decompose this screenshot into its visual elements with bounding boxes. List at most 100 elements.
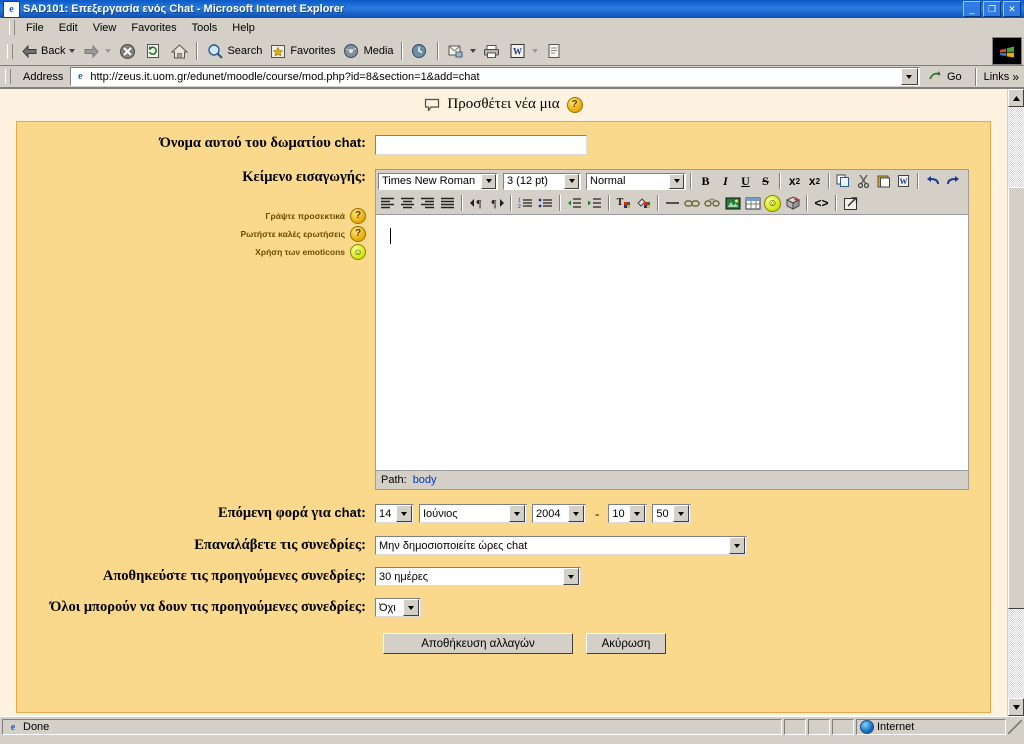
html-source-icon[interactable]: <> [812,194,831,213]
edit-word-button[interactable]: W [505,40,541,62]
chevron-down-icon[interactable] [729,537,745,554]
bold-icon[interactable]: B [696,172,715,191]
media-button[interactable]: Media [339,40,397,62]
strikethrough-icon[interactable]: S [756,172,775,191]
direction-ltr-icon[interactable]: ¶ [467,194,486,213]
favorites-button[interactable]: Favorites [265,40,338,62]
help-icon[interactable]: ? [566,96,583,113]
align-left-icon[interactable] [378,194,397,213]
horizontal-rule-icon[interactable] [663,194,682,213]
home-button[interactable] [166,40,192,62]
align-right-icon[interactable] [418,194,437,213]
copy-icon[interactable] [834,172,853,191]
word-chevron-down-icon[interactable] [531,49,538,53]
maximize-button[interactable]: ❐ [983,1,1001,17]
minimize-button[interactable]: _ [963,1,981,17]
print-button[interactable] [479,40,505,62]
underline-icon[interactable]: U [736,172,755,191]
menu-tools[interactable]: Tools [185,20,225,36]
cancel-button[interactable]: Ακύρωση [586,633,666,654]
resize-grip[interactable] [1008,720,1022,734]
paragraph-style-select[interactable]: Normal [586,172,686,190]
address-chevron-down-icon[interactable] [900,68,918,85]
save-changes-button[interactable]: Αποθήκευση αλλαγών [383,633,573,654]
chevron-down-icon[interactable] [568,505,584,522]
chevron-down-icon[interactable] [481,173,496,189]
forward-chevron-down-icon[interactable] [105,49,112,53]
chevron-down-icon[interactable] [669,173,684,189]
back-chevron-down-icon[interactable] [69,49,76,53]
back-button[interactable]: Back [16,40,78,62]
insert-emoticon-icon[interactable]: ☺ [763,194,782,213]
menu-grip[interactable] [9,20,15,35]
address-input[interactable]: e http://zeus.it.uom.gr/edunet/moodle/co… [70,67,920,86]
minute-select[interactable]: 50 [652,504,692,523]
links-button[interactable]: Links » [984,70,1022,84]
search-replace-icon[interactable] [783,194,802,213]
menu-edit[interactable]: Edit [52,20,85,36]
close-button[interactable]: ✕ [1003,1,1021,17]
paste-icon[interactable] [874,172,893,191]
redo-icon[interactable] [943,172,962,191]
scroll-down-button[interactable] [1008,698,1024,716]
save-sessions-select[interactable]: 30 ημέρες [375,567,581,586]
align-center-icon[interactable] [398,194,417,213]
background-color-icon[interactable] [634,194,653,213]
menu-favorites[interactable]: Favorites [124,20,183,36]
unordered-list-icon[interactable] [536,194,555,213]
day-select[interactable]: 14 [375,504,414,523]
ordered-list-icon[interactable]: 12 [516,194,535,213]
scrollbar-track[interactable] [1008,107,1024,698]
help-icon[interactable]: ? [350,226,366,242]
menu-help[interactable]: Help [225,20,262,36]
refresh-button[interactable] [140,40,166,62]
editor-path-value[interactable]: body [413,474,437,486]
search-button[interactable]: Search [202,40,265,62]
repeat-select[interactable]: Μην δημοσιοποιείτε ώρες chat [375,536,747,555]
cut-icon[interactable] [854,172,873,191]
align-justify-icon[interactable] [438,194,457,213]
chevron-down-icon[interactable] [396,505,412,522]
indent-icon[interactable] [585,194,604,213]
year-select[interactable]: 2004 [532,504,586,523]
editor-content-area[interactable] [376,214,968,471]
help-link-emoticons[interactable]: Χρήση των emoticons ☺ [17,244,366,260]
month-select[interactable]: Ιούνιος [419,504,527,523]
chevron-down-icon[interactable] [563,568,579,585]
discuss-button[interactable] [541,40,567,62]
history-button[interactable] [407,40,433,62]
everyone-view-select[interactable]: Όχι [375,598,421,617]
italic-icon[interactable]: I [716,172,735,191]
vertical-scrollbar[interactable] [1007,89,1024,716]
font-color-icon[interactable]: T [614,194,633,213]
direction-rtl-icon[interactable]: ¶ [487,194,506,213]
subscript-icon[interactable]: x2 [785,172,804,191]
font-size-select[interactable]: 3 (12 pt) [503,172,581,190]
menu-view[interactable]: View [86,20,124,36]
unlink-icon[interactable] [703,194,722,213]
font-family-select[interactable]: Times New Roman [378,172,498,190]
chevron-down-icon[interactable] [509,505,525,522]
insert-link-icon[interactable] [683,194,702,213]
mail-chevron-down-icon[interactable] [469,49,476,53]
stop-button[interactable] [114,40,140,62]
insert-image-icon[interactable] [723,194,742,213]
scroll-up-button[interactable] [1008,89,1024,107]
help-icon[interactable]: ? [350,208,366,224]
menu-file[interactable]: File [19,20,51,36]
superscript-icon[interactable]: x2 [805,172,824,191]
hour-select[interactable]: 10 [608,504,648,523]
links-chevron-right-icon[interactable]: » [1012,70,1019,84]
insert-table-icon[interactable] [743,194,762,213]
scrollbar-thumb[interactable] [1008,187,1024,609]
chat-name-input[interactable] [375,135,587,155]
chevron-down-icon[interactable] [673,505,690,522]
go-button[interactable]: Go [923,67,968,87]
paste-word-icon[interactable]: W [894,172,913,191]
address-grip[interactable] [5,69,11,84]
mail-button[interactable] [443,40,479,62]
outdent-icon[interactable] [565,194,584,213]
help-link-write-carefully[interactable]: Γράψτε προσεκτικά ? [17,208,366,224]
chevron-down-icon[interactable] [629,505,646,522]
chevron-down-icon[interactable] [564,173,579,189]
